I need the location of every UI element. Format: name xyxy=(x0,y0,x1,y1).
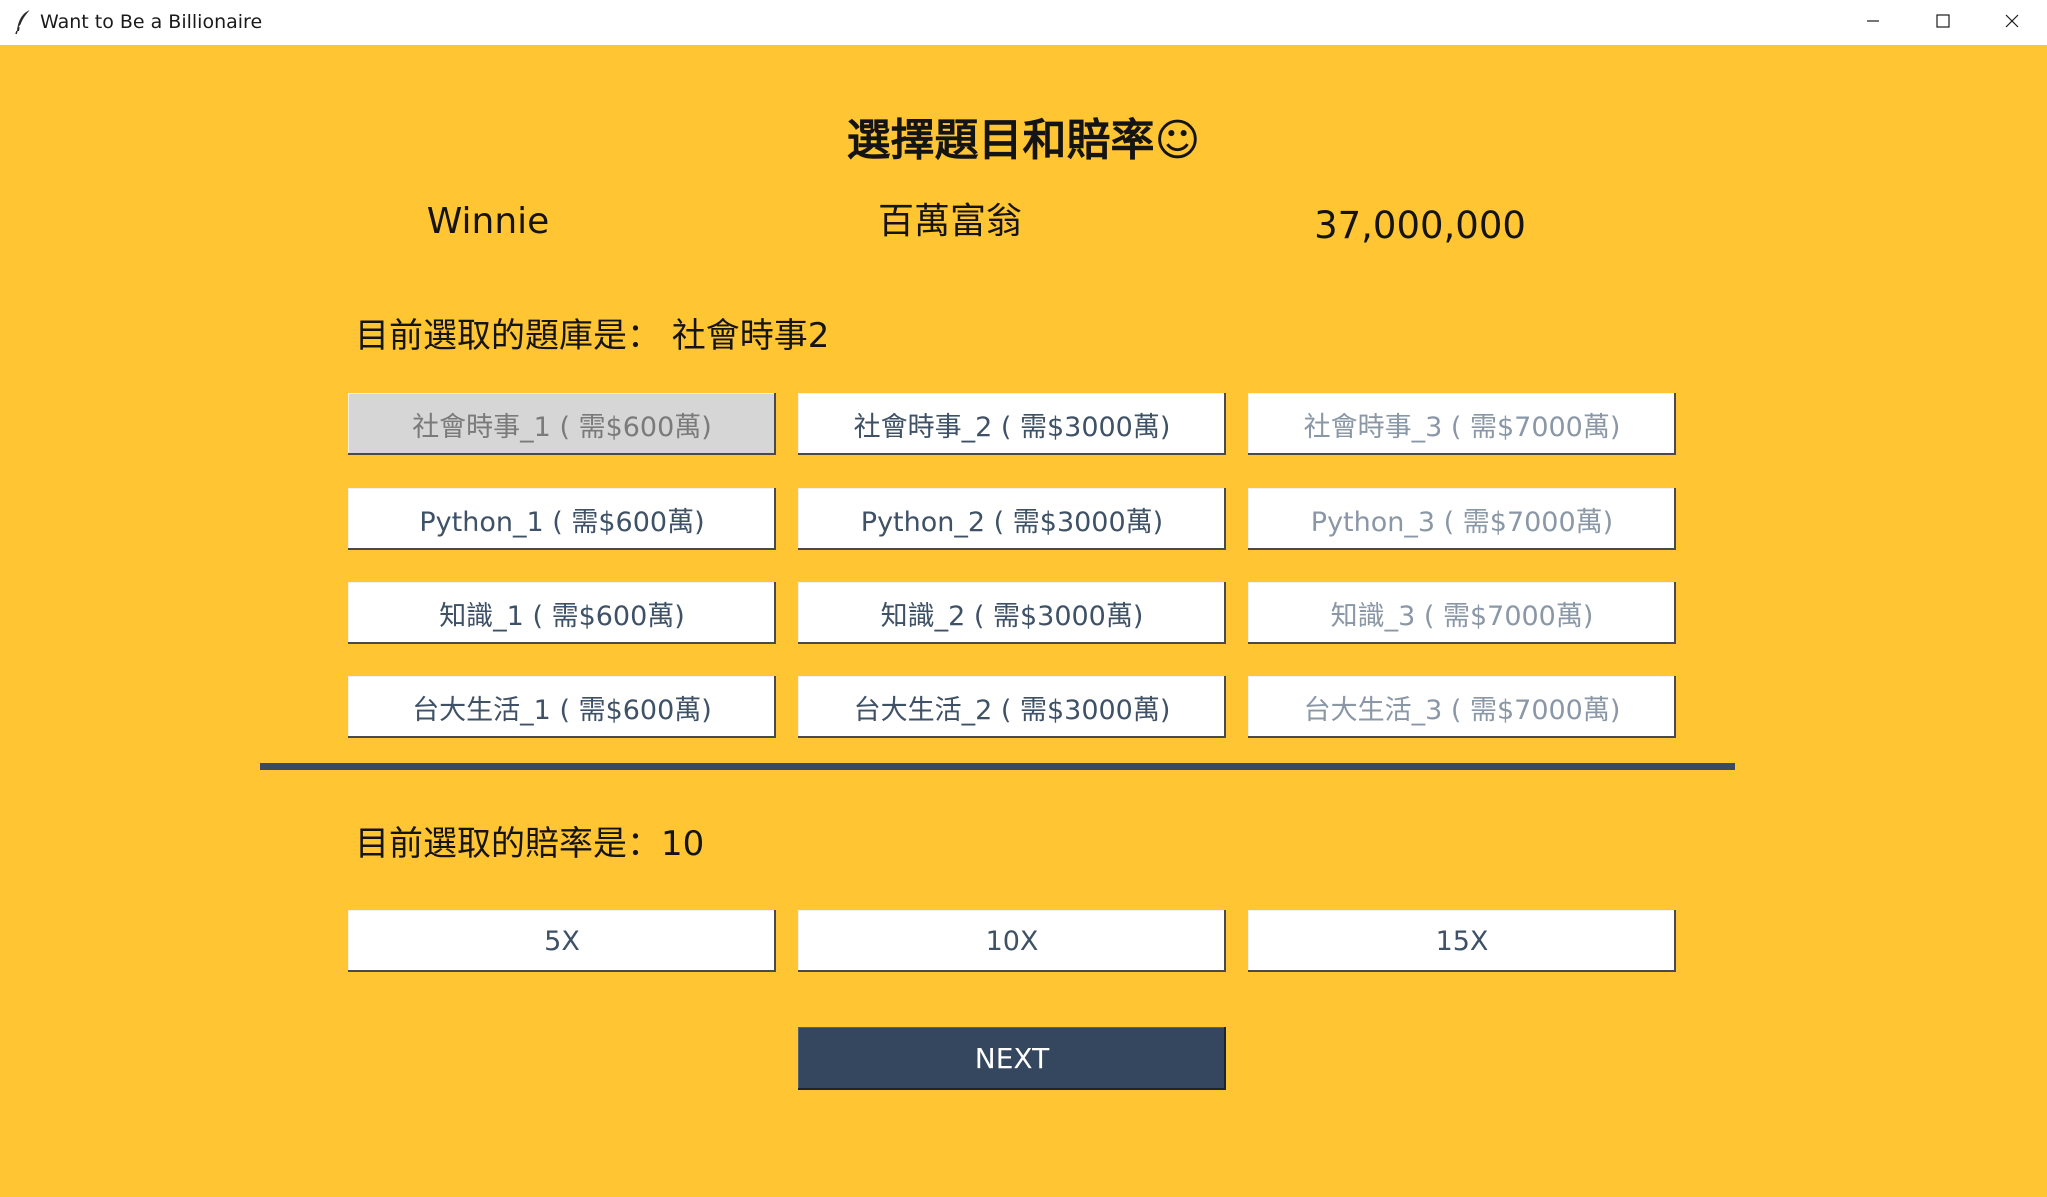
bank-button-social-2[interactable]: 社會時事_2 ( 需$3000萬) xyxy=(798,393,1226,455)
maximize-button[interactable] xyxy=(1908,0,1978,45)
bank-button-python-2[interactable]: Python_2 ( 需$3000萬) xyxy=(798,488,1226,550)
player-money: 37,000,000 xyxy=(1314,204,1526,247)
app-window: Want to Be a Billionaire 選擇題目和賠率☺ Winnie… xyxy=(0,0,2047,1197)
next-button[interactable]: NEXT xyxy=(798,1027,1226,1090)
window-title: Want to Be a Billionaire xyxy=(40,11,263,33)
minimize-icon xyxy=(1865,13,1881,33)
bank-button-python-1[interactable]: Python_1 ( 需$600萬) xyxy=(348,488,776,550)
bank-button-knowledge-1[interactable]: 知識_1 ( 需$600萬) xyxy=(348,582,776,644)
odds-button-5x[interactable]: 5X xyxy=(348,910,776,972)
bank-button-social-3[interactable]: 社會時事_3 ( 需$7000萬) xyxy=(1248,393,1676,455)
player-name: Winnie xyxy=(426,201,550,242)
odds-button-15x[interactable]: 15X xyxy=(1248,910,1676,972)
selected-question-bank-label: 目前選取的題庫是： 社會時事2 xyxy=(355,316,830,356)
page-title: 選擇題目和賠率☺ xyxy=(846,115,1201,166)
feather-icon xyxy=(14,9,34,35)
bank-button-ntu-life-3[interactable]: 台大生活_3 ( 需$7000萬) xyxy=(1248,676,1676,738)
odds-button-10x[interactable]: 10X xyxy=(798,910,1226,972)
bank-button-python-3[interactable]: Python_3 ( 需$7000萬) xyxy=(1248,488,1676,550)
player-status: 百萬富翁 xyxy=(877,201,1022,242)
bank-button-knowledge-2[interactable]: 知識_2 ( 需$3000萬) xyxy=(798,582,1226,644)
minimize-button[interactable] xyxy=(1838,0,1908,45)
bank-button-social-1[interactable]: 社會時事_1 ( 需$600萬) xyxy=(348,393,776,455)
close-button[interactable] xyxy=(1977,0,2047,45)
selected-odds-label: 目前選取的賠率是：10 xyxy=(355,824,705,864)
section-divider xyxy=(260,763,1735,770)
bank-button-ntu-life-2[interactable]: 台大生活_2 ( 需$3000萬) xyxy=(798,676,1226,738)
close-icon xyxy=(2004,13,2020,33)
bank-button-knowledge-3[interactable]: 知識_3 ( 需$7000萬) xyxy=(1248,582,1676,644)
bank-button-ntu-life-1[interactable]: 台大生活_1 ( 需$600萬) xyxy=(348,676,776,738)
title-bar: Want to Be a Billionaire xyxy=(0,0,2047,45)
maximize-icon xyxy=(1935,13,1951,33)
